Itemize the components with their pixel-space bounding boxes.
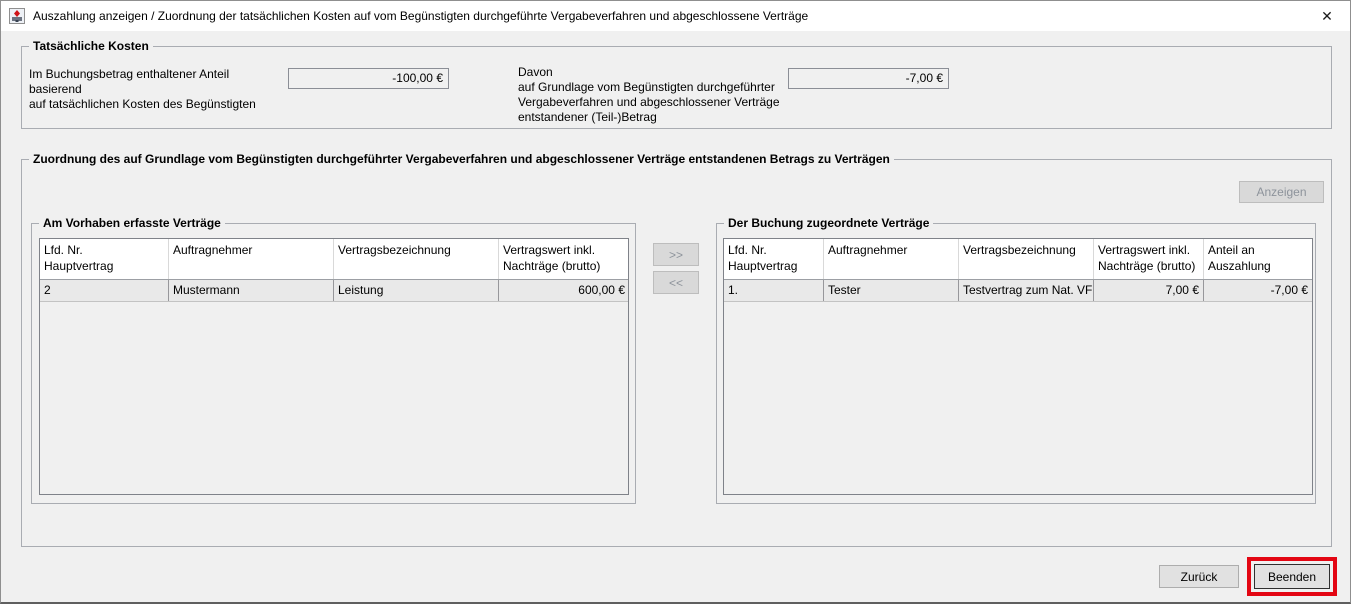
column-header: Vertragswert inkl. Nachträge (brutto) <box>1094 239 1204 279</box>
column-header: Vertragsbezeichnung <box>959 239 1094 279</box>
actual-costs-partial-field[interactable]: -7,00 € <box>788 68 949 89</box>
show-button[interactable]: Anzeigen <box>1239 181 1324 203</box>
cell-auftragnehmer: Tester <box>824 280 959 301</box>
actual-costs-left-label: Im Buchungsbetrag enthaltener Anteil bas… <box>29 67 284 112</box>
cell-vertragsbezeichnung: Testvertrag zum Nat. VF <box>959 280 1094 301</box>
column-header: Vertragswert inkl. Nachträge (brutto) <box>499 239 629 279</box>
assigned-contracts-table: Lfd. Nr. Hauptvertrag Auftragnehmer Vert… <box>723 238 1313 495</box>
project-contracts-table-header: Lfd. Nr. Hauptvertrag Auftragnehmer Vert… <box>40 239 628 280</box>
project-contracts-group-title: Am Vorhaben erfasste Verträge <box>39 216 225 230</box>
cell-vertragswert: 600,00 € <box>499 280 629 301</box>
cell-vertragsbezeichnung: Leistung <box>334 280 499 301</box>
assigned-contracts-table-header: Lfd. Nr. Hauptvertrag Auftragnehmer Vert… <box>724 239 1312 280</box>
actual-costs-total-field[interactable]: -100,00 € <box>288 68 449 89</box>
column-header: Lfd. Nr. Hauptvertrag <box>724 239 824 279</box>
table-row[interactable]: 1. Tester Testvertrag zum Nat. VF 7,00 €… <box>724 280 1312 302</box>
cell-vertragswert: 7,00 € <box>1094 280 1204 301</box>
column-header: Lfd. Nr. Hauptvertrag <box>40 239 169 279</box>
assignment-group-title: Zuordnung des auf Grundlage vom Begünsti… <box>29 152 894 166</box>
window-title: Auszahlung anzeigen / Zuordnung der tats… <box>33 1 808 31</box>
close-icon[interactable]: ✕ <box>1304 1 1350 31</box>
move-right-button[interactable]: >> <box>653 243 699 266</box>
column-header: Auftragnehmer <box>169 239 334 279</box>
column-header: Anteil an Auszahlung <box>1204 239 1312 279</box>
window-titlebar[interactable]: Auszahlung anzeigen / Zuordnung der tats… <box>1 1 1350 31</box>
cell-lfd-nr: 1. <box>724 280 824 301</box>
column-header: Auftragnehmer <box>824 239 959 279</box>
move-left-button[interactable]: << <box>653 271 699 294</box>
app-icon <box>9 8 25 24</box>
column-header: Vertragsbezeichnung <box>334 239 499 279</box>
cell-auftragnehmer: Mustermann <box>169 280 334 301</box>
project-contracts-table: Lfd. Nr. Hauptvertrag Auftragnehmer Vert… <box>39 238 629 495</box>
table-row[interactable]: 2 Mustermann Leistung 600,00 € <box>40 280 628 302</box>
cell-anteil-auszahlung: -7,00 € <box>1204 280 1312 301</box>
dialog-window: Auszahlung anzeigen / Zuordnung der tats… <box>0 0 1351 604</box>
actual-costs-right-label: Davon auf Grundlage vom Begünstigten dur… <box>518 65 783 125</box>
finish-button[interactable]: Beenden <box>1254 564 1330 589</box>
cell-lfd-nr: 2 <box>40 280 169 301</box>
actual-costs-group-title: Tatsächliche Kosten <box>29 39 153 53</box>
back-button[interactable]: Zurück <box>1159 565 1239 588</box>
assigned-contracts-group-title: Der Buchung zugeordnete Verträge <box>724 216 933 230</box>
